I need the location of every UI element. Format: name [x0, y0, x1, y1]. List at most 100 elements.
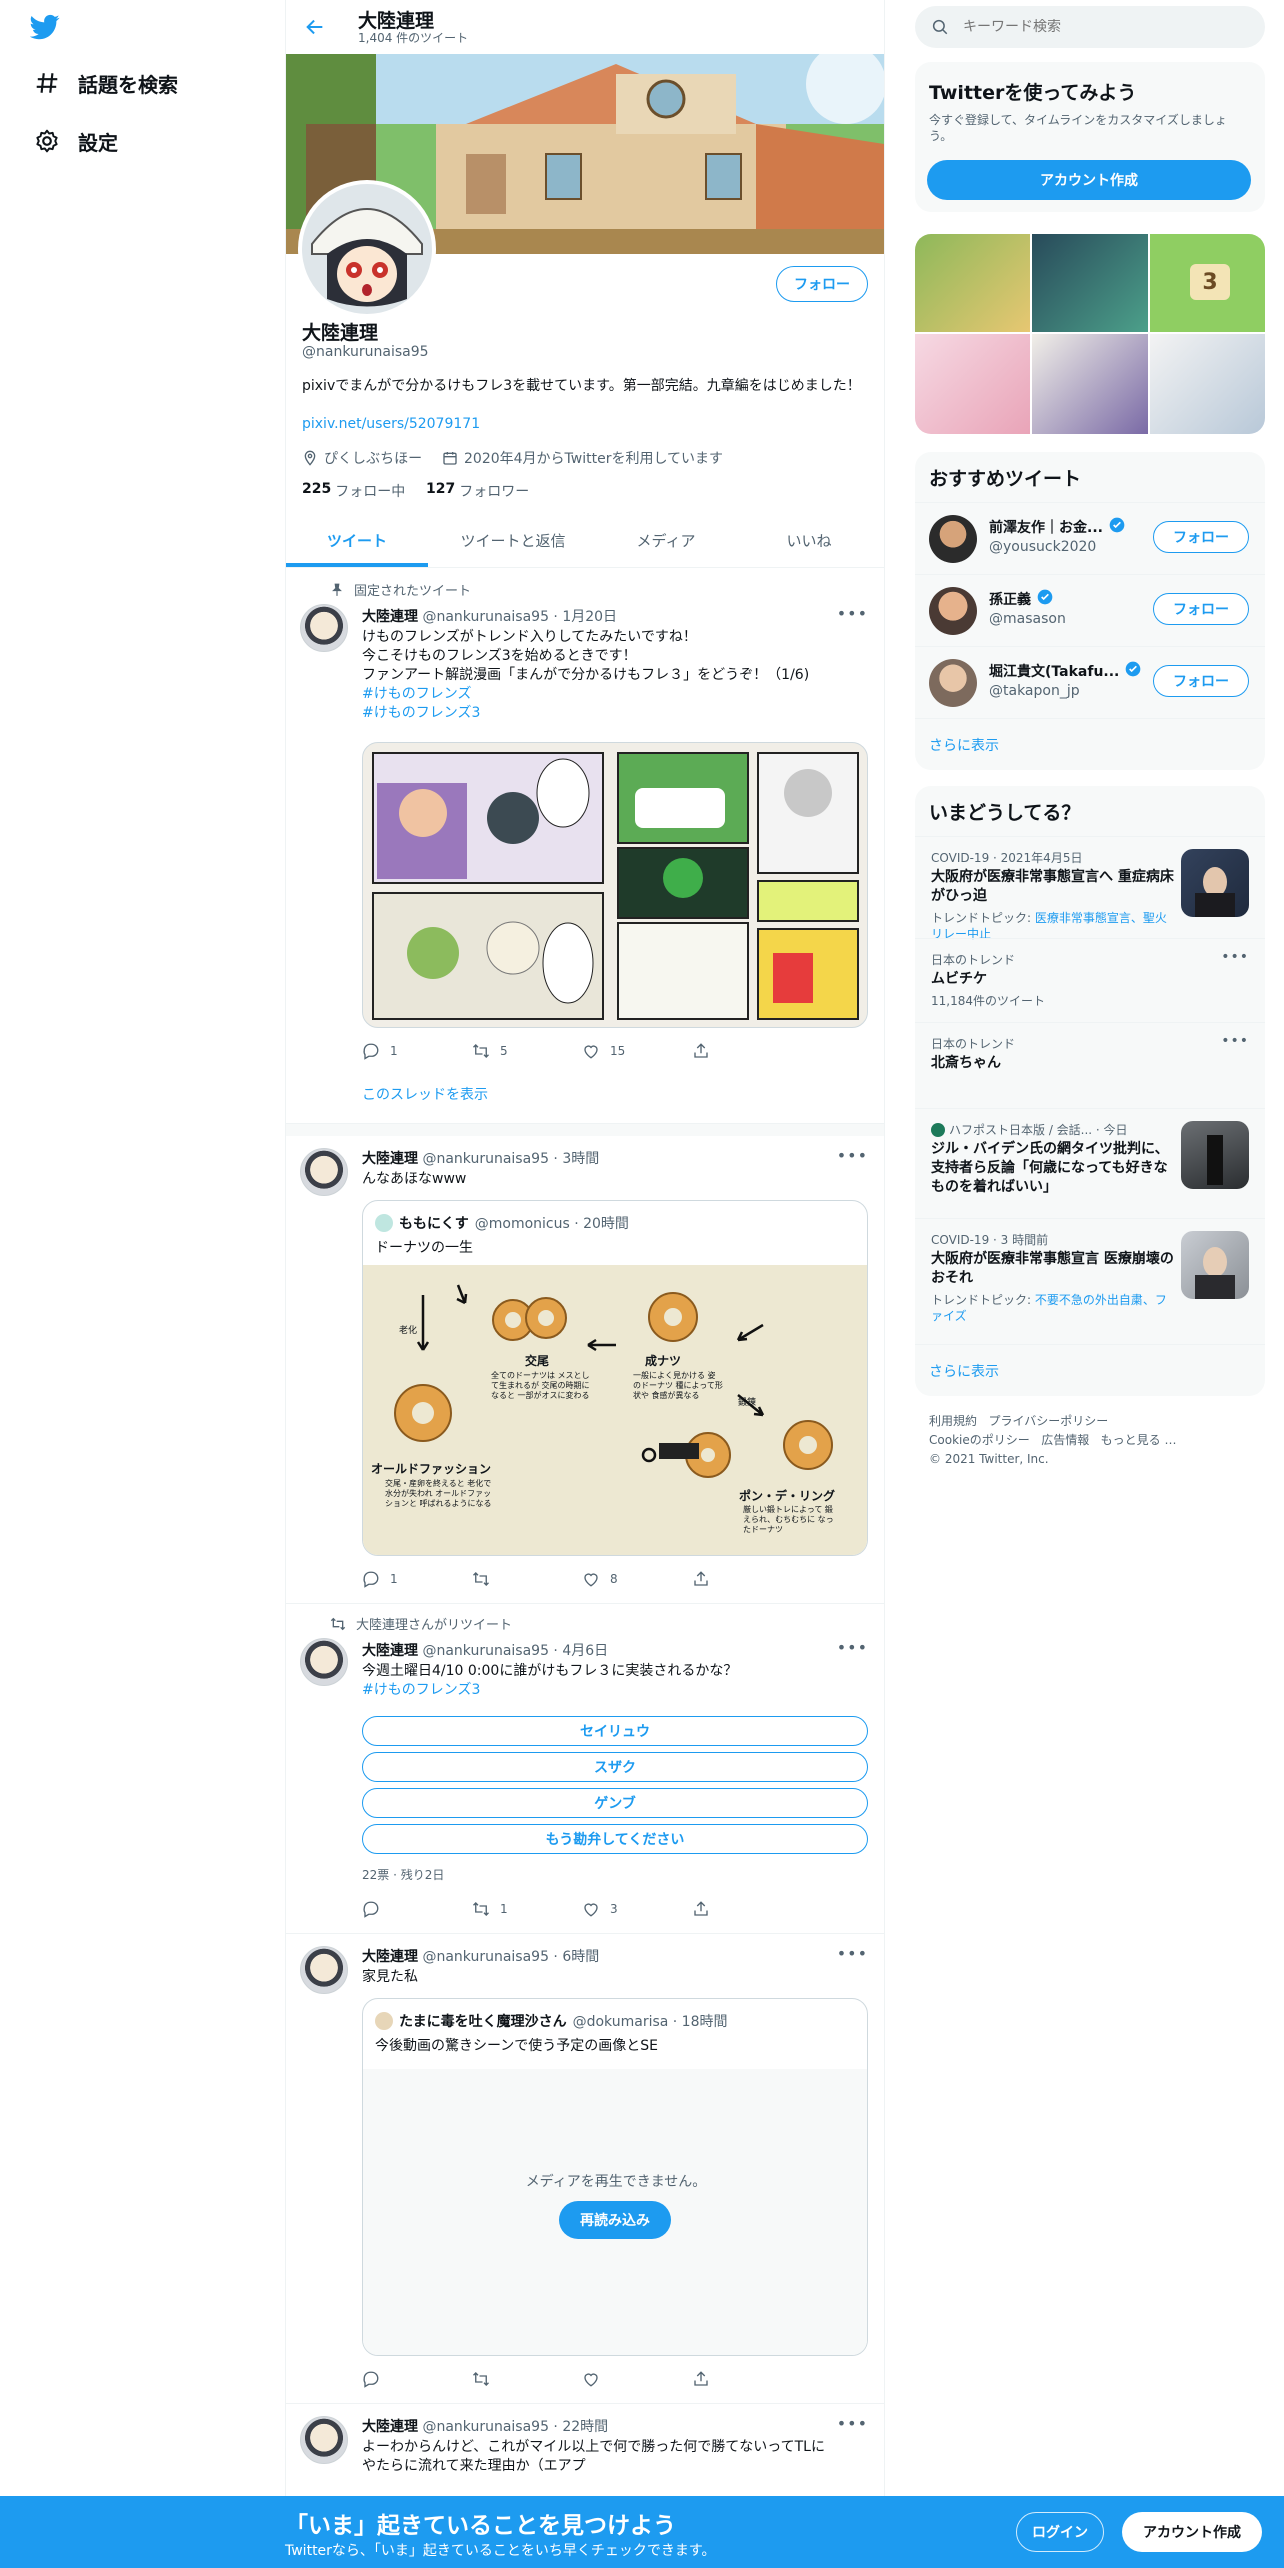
poll-option[interactable]: もう勘弁してください [362, 1824, 868, 1854]
show-thread-link[interactable]: このスレッドを表示 [362, 1084, 488, 1104]
share-button[interactable] [692, 1570, 802, 1588]
nav-settings-label: 設定 [78, 130, 118, 155]
tweet-author[interactable]: 大陸連理 [362, 1643, 418, 1659]
trend-item[interactable]: COVID-19 · 2021年4月5日 大阪府が医療非常事態宣言へ 重症病床が… [915, 836, 1265, 941]
media-thumb[interactable]: 3 [1150, 234, 1265, 332]
reply-count: 1 [390, 1044, 398, 1058]
reply-button[interactable] [362, 2370, 472, 2388]
tab-media[interactable]: メディア [598, 514, 734, 567]
like-button[interactable] [582, 2370, 692, 2388]
poll-option[interactable]: セイリュウ [362, 1716, 868, 1746]
followers-stat[interactable]: 127 フォロワー [426, 481, 529, 501]
profile-header-bar: 大陸連理 1,404 件のツイート [286, 0, 886, 54]
profile-link[interactable]: pixiv.net/users/52079171 [302, 416, 480, 432]
media-thumb[interactable] [915, 234, 1030, 332]
more-icon[interactable]: ••• [1221, 949, 1249, 965]
footer-terms[interactable]: 利用規約 [929, 1414, 977, 1428]
trends-more-link[interactable]: さらに表示 [915, 1344, 1265, 1396]
like-count: 3 [610, 1902, 618, 1916]
quoted-tweet[interactable]: たまに毒を吐く魔理沙さん @dokumarisa · 18時間 今後動画の驚きシ… [362, 1998, 868, 2356]
media-thumb[interactable] [1032, 234, 1148, 332]
signup-card: Twitterを使ってみよう 今すぐ登録して、タイムラインをカスタマイズしましょ… [915, 62, 1265, 212]
more-icon[interactable]: ••• [837, 1944, 868, 1963]
follow-button[interactable]: フォロー [776, 266, 868, 302]
tweet-manga-image[interactable] [362, 742, 868, 1028]
back-arrow-icon[interactable] [302, 14, 328, 40]
hashtag-link[interactable]: #けものフレンズ [362, 685, 862, 704]
recommend-user[interactable]: 孫正義 @masason フォロー [915, 574, 1265, 646]
tweet-author[interactable]: 大陸連理 [362, 2419, 418, 2435]
footer-more[interactable]: もっと見る … [1101, 1433, 1177, 1447]
trend-item[interactable]: 日本のトレンド 北斎ちゃん ••• [915, 1022, 1265, 1082]
search-input[interactable] [963, 19, 1223, 35]
reload-button[interactable]: 再読み込み [559, 2201, 671, 2239]
reply-button[interactable] [362, 1900, 472, 1918]
footer-cookie[interactable]: Cookieのポリシー [929, 1433, 1030, 1447]
trend-item[interactable]: 日本のトレンド ムビチケ 11,184件のツイート ••• [915, 938, 1265, 1022]
hashtag-link[interactable]: #けものフレンズ3 [362, 704, 862, 723]
hashtag-link[interactable]: #けものフレンズ3 [362, 1681, 862, 1700]
follow-button[interactable]: フォロー [1153, 521, 1249, 553]
tab-likes[interactable]: いいね [734, 514, 884, 567]
signup-button[interactable]: アカウント作成 [927, 160, 1251, 200]
reply-button[interactable]: 1 [362, 1570, 472, 1588]
donut-lifecycle-image[interactable]: 交尾 成ナツ オールドファッション ポン・デ・リング 老化 鍛錬 全てのドーナツ… [363, 1265, 867, 1555]
retweet-button[interactable]: 1 [472, 1900, 582, 1918]
follow-button[interactable]: フォロー [1153, 593, 1249, 625]
reply-button[interactable]: 1 [362, 1042, 472, 1060]
profile-avatar[interactable] [298, 180, 436, 318]
like-button[interactable]: 8 [582, 1570, 692, 1588]
nav-explore[interactable]: 話題を検索 [0, 54, 260, 112]
login-button[interactable]: ログイン [1016, 2512, 1104, 2552]
trend-item[interactable]: COVID-19 · 3 時間前 大阪府が医療非常事態宣言 医療崩壊のおそれ ト… [915, 1218, 1265, 1323]
search-bar[interactable] [915, 6, 1265, 48]
more-icon[interactable]: ••• [1221, 1033, 1249, 1049]
poll-option[interactable]: スザク [362, 1752, 868, 1782]
follow-button[interactable]: フォロー [1153, 665, 1249, 697]
avatar[interactable] [300, 1638, 348, 1686]
pinned-label: 固定されたツイート [354, 584, 472, 599]
avatar[interactable] [300, 1946, 348, 1994]
footer-ads[interactable]: 広告情報 [1041, 1433, 1089, 1447]
more-icon[interactable]: ••• [837, 1146, 868, 1165]
media-thumb[interactable] [1032, 334, 1148, 434]
nav-settings[interactable]: 設定 [0, 112, 260, 170]
share-button[interactable] [692, 1042, 802, 1060]
like-button[interactable]: 3 [582, 1900, 692, 1918]
retweet-button[interactable] [472, 1570, 582, 1588]
tab-tweets[interactable]: ツイート [286, 514, 428, 567]
avatar[interactable] [300, 2416, 348, 2464]
twitter-logo-icon[interactable] [29, 12, 62, 42]
tweet-author[interactable]: 大陸連理 [362, 609, 418, 625]
tab-tweets-replies[interactable]: ツイートと返信 [428, 514, 598, 567]
media-thumb[interactable] [915, 334, 1030, 434]
trend-item[interactable]: ハフポスト日本版 / 会話... · 今日 ジル・バイデン氏の網タイツ批判に、支… [915, 1108, 1265, 1210]
avatar[interactable] [300, 604, 348, 652]
tweet-pinned[interactable]: 固定されたツイート 大陸連理 @nankurunaisa95 · 1月20日 •… [286, 568, 884, 1124]
more-icon[interactable]: ••• [837, 2414, 868, 2433]
tweet-author[interactable]: 大陸連理 [362, 1151, 418, 1167]
trend-sub-label: トレンドトピック: [931, 1293, 1035, 1307]
recommend-more-link[interactable]: さらに表示 [915, 718, 1265, 770]
retweet-button[interactable] [472, 2370, 582, 2388]
following-stat[interactable]: 225 フォロー中 [302, 481, 405, 501]
quoted-tweet[interactable]: ももにくす @momonicus · 20時間 ドーナツの一生 交尾 成ナツ オ… [362, 1200, 868, 1556]
share-button[interactable] [692, 2370, 802, 2388]
tweet-poll[interactable]: 大陸連理さんがリツイート 大陸連理 @nankurunaisa95 · 4月6日… [286, 1604, 884, 1934]
banner-signup-button[interactable]: アカウント作成 [1122, 2512, 1262, 2552]
like-count: 15 [610, 1044, 626, 1058]
share-button[interactable] [692, 1900, 802, 1918]
poll-option[interactable]: ゲンブ [362, 1788, 868, 1818]
retweet-button[interactable]: 5 [472, 1042, 582, 1060]
media-thumb[interactable] [1150, 334, 1265, 434]
tweet-quote-donut[interactable]: 大陸連理 @nankurunaisa95 · 3時間 ••• んなあほなwww … [286, 1136, 884, 1604]
tweet-quote-video[interactable]: 大陸連理 @nankurunaisa95 · 6時間 ••• 家見た私 たまに毒… [286, 1934, 884, 2404]
more-icon[interactable]: ••• [837, 604, 868, 623]
footer-privacy[interactable]: プライバシーポリシー [988, 1414, 1108, 1428]
like-button[interactable]: 15 [582, 1042, 692, 1060]
avatar[interactable] [300, 1148, 348, 1196]
recommend-user[interactable]: 堀江貴文(Takafu... @takapon_jp フォロー [915, 646, 1265, 718]
more-icon[interactable]: ••• [837, 1638, 868, 1657]
tweet-author[interactable]: 大陸連理 [362, 1949, 418, 1965]
recommend-user[interactable]: 前澤友作｜お金... @yousuck2020 フォロー [915, 502, 1265, 574]
